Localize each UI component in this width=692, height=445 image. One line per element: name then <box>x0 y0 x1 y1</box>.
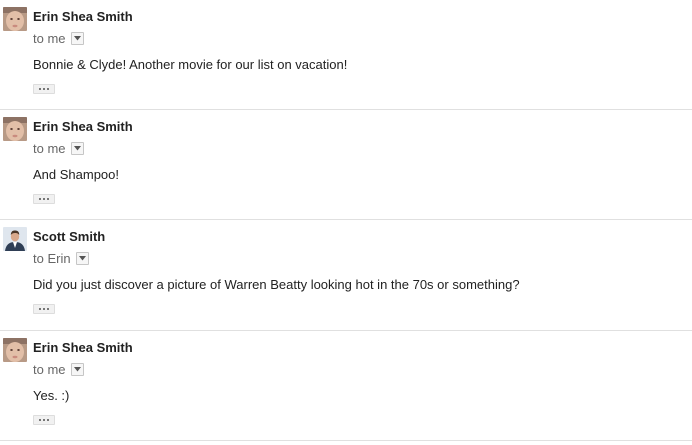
show-trimmed-content-button[interactable] <box>33 304 55 314</box>
sender-name[interactable]: Erin Shea Smith <box>33 340 133 355</box>
ellipsis-icon <box>39 88 49 90</box>
message-body: Yes. :) <box>33 388 70 403</box>
baby-avatar-icon[interactable] <box>3 117 27 141</box>
message-body: And Shampoo! <box>33 167 120 182</box>
ellipsis-icon <box>39 198 49 200</box>
message-body: Bonnie & Clyde! Another movie for our li… <box>33 57 348 72</box>
recipient-row: to me <box>33 361 84 377</box>
recipient-label: to me <box>33 30 66 46</box>
show-trimmed-content-button[interactable] <box>33 415 55 425</box>
show-trimmed-content-button[interactable] <box>33 84 55 94</box>
man-avatar-icon[interactable] <box>3 227 27 251</box>
recipient-label: to me <box>33 361 66 377</box>
chevron-down-icon[interactable] <box>70 141 84 155</box>
message-item[interactable]: Erin Shea Smith to me Yes. :) <box>0 331 692 441</box>
recipient-row: to Erin <box>33 250 89 266</box>
baby-avatar-icon[interactable] <box>3 7 27 31</box>
sender-name[interactable]: Scott Smith <box>33 229 105 244</box>
message-body: Did you just discover a picture of Warre… <box>33 277 520 292</box>
message-item[interactable]: Erin Shea Smith to me Bonnie & Clyde! An… <box>0 0 692 110</box>
email-thread: Erin Shea Smith to me Bonnie & Clyde! An… <box>0 0 692 445</box>
chevron-down-icon[interactable] <box>70 362 84 376</box>
chevron-down-icon[interactable] <box>70 31 84 45</box>
show-trimmed-content-button[interactable] <box>33 194 55 204</box>
recipient-row: to me <box>33 140 84 156</box>
message-item[interactable]: Erin Shea Smith to me And Shampoo! <box>0 110 692 220</box>
recipient-label: to Erin <box>33 250 71 266</box>
recipient-row: to me <box>33 30 84 46</box>
message-item[interactable]: Scott Smith to Erin Did you just discove… <box>0 220 692 331</box>
recipient-label: to me <box>33 140 66 156</box>
chevron-down-icon[interactable] <box>75 251 89 265</box>
ellipsis-icon <box>39 419 49 421</box>
sender-name[interactable]: Erin Shea Smith <box>33 119 133 134</box>
baby-avatar-icon[interactable] <box>3 338 27 362</box>
sender-name[interactable]: Erin Shea Smith <box>33 9 133 24</box>
ellipsis-icon <box>39 308 49 310</box>
